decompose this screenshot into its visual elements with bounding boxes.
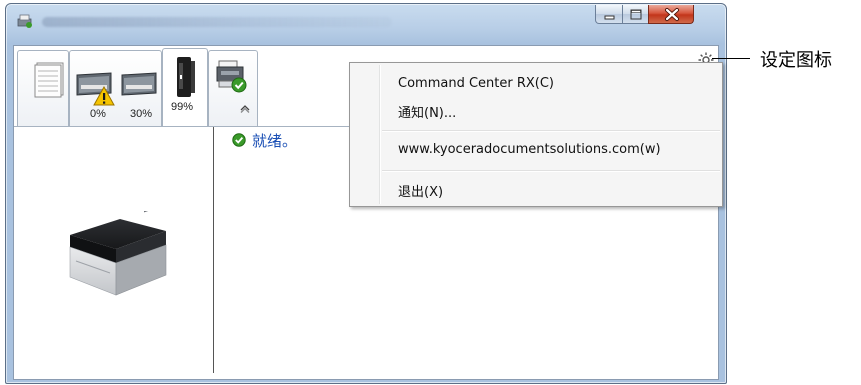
tab-strip-baseline [14,126,351,127]
menu-item-notification[interactable]: 通知(N)... [398,102,456,121]
tab-toner-bottle[interactable]: 99% [162,48,208,126]
toner-bottle-icon [177,57,195,97]
menu-item-website[interactable]: www.kyoceradocumentsolutions.com(w) [398,142,661,157]
status-text: 就绪。 [252,131,298,150]
printer-app-icon [17,14,32,28]
tab-device[interactable] [208,50,258,126]
menu-gutter [379,65,381,204]
maximize-button[interactable] [622,5,649,24]
close-button[interactable] [648,5,694,24]
toner-level-label: 0% [90,108,106,120]
status-line: 就绪。 [232,129,297,151]
window-title [42,17,392,27]
title-bar[interactable] [6,4,726,40]
minimize-button[interactable] [595,5,623,24]
menu-separator [382,130,720,132]
printer-image [69,211,167,296]
tab-paper[interactable] [17,50,69,126]
callout-label: 设定图标 [760,50,832,71]
minimize-icon [604,15,615,20]
collapse-chevron-icon[interactable] [239,103,251,113]
pane-divider [213,127,214,373]
maximize-icon [630,9,642,20]
menu-item-command-center[interactable]: Command Center RX(C) [398,76,554,91]
toner-level-label: 30% [130,108,153,120]
printer-ok-icon [216,60,247,93]
callout-line [712,58,750,59]
warning-icon [93,86,115,106]
tab-toner[interactable]: 0% 30% [69,50,162,126]
paper-stack-icon [34,62,64,98]
close-icon [665,8,679,21]
menu-item-exit[interactable]: 退出(X) [398,181,443,200]
toner-cartridge-icon [121,72,157,96]
check-circle-icon [232,133,246,147]
menu-separator [382,170,720,172]
settings-context-menu: Command Center RX(C) 通知(N)... www.kyocer… [349,62,723,207]
toner-level-label: 99% [171,101,194,113]
